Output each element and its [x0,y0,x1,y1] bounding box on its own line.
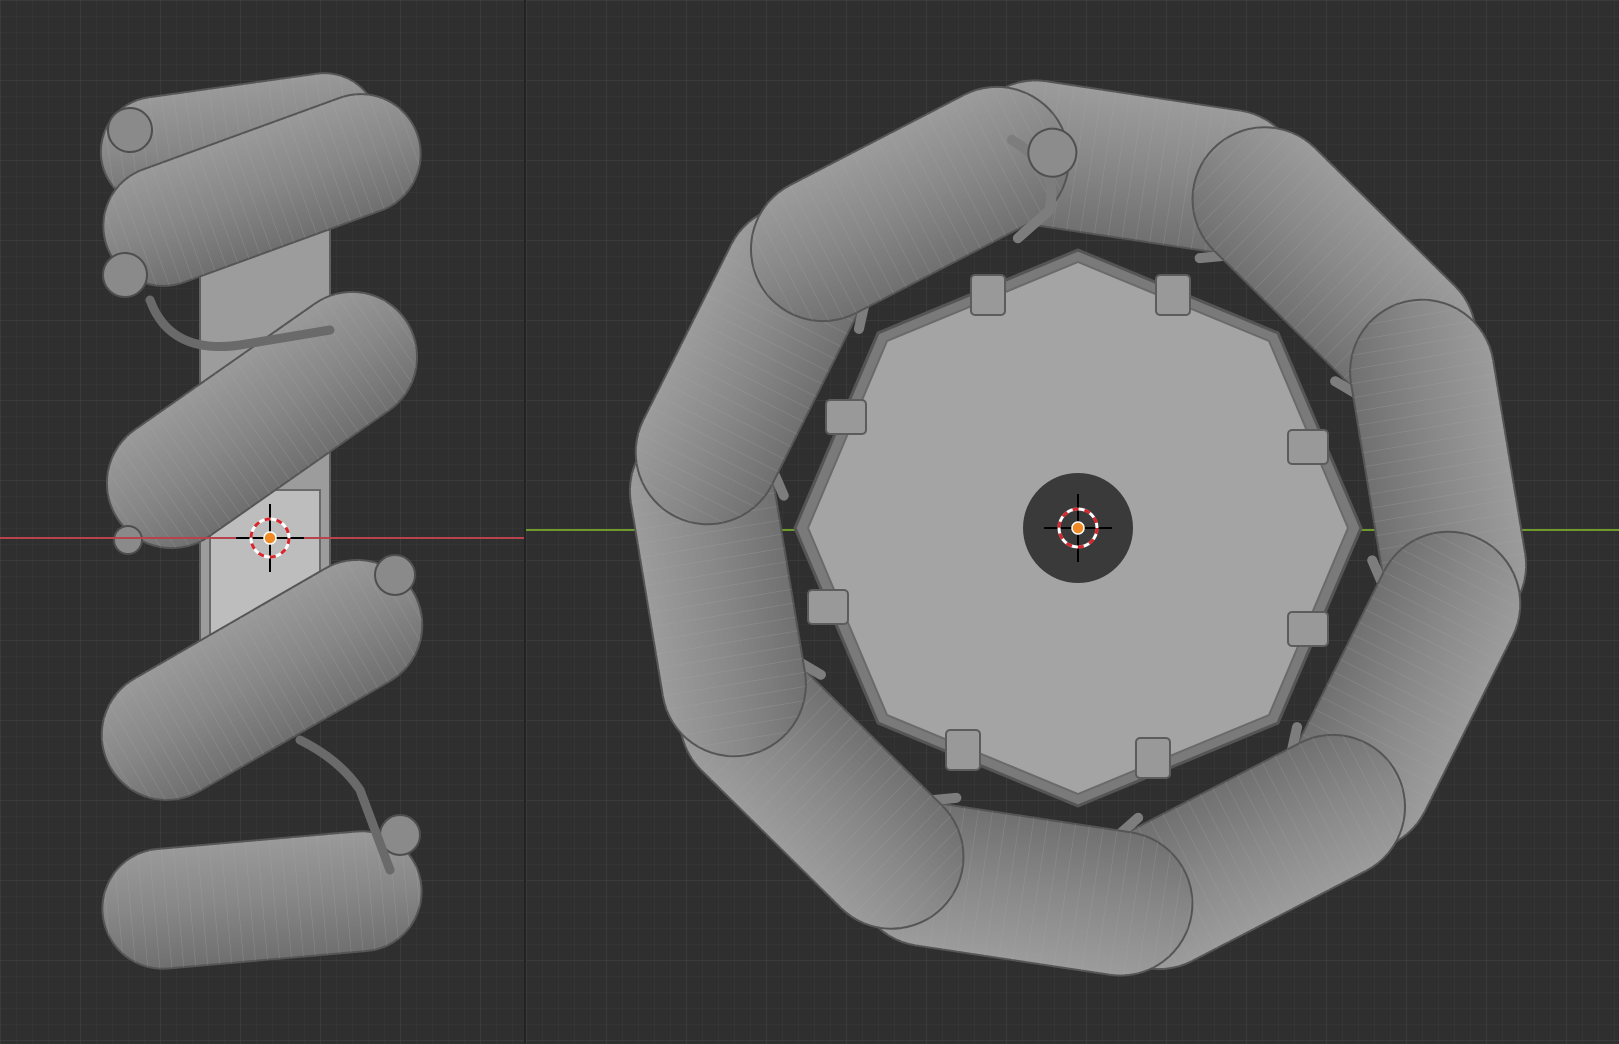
side-view-canvas[interactable] [0,0,524,1044]
blender-editor [0,0,1619,1044]
front-view-canvas[interactable] [526,0,1619,1044]
origin-point-icon [263,531,277,545]
origin-point-icon [1071,521,1085,535]
viewport-front-view[interactable] [526,0,1619,1044]
viewport-side-view[interactable] [0,0,524,1044]
